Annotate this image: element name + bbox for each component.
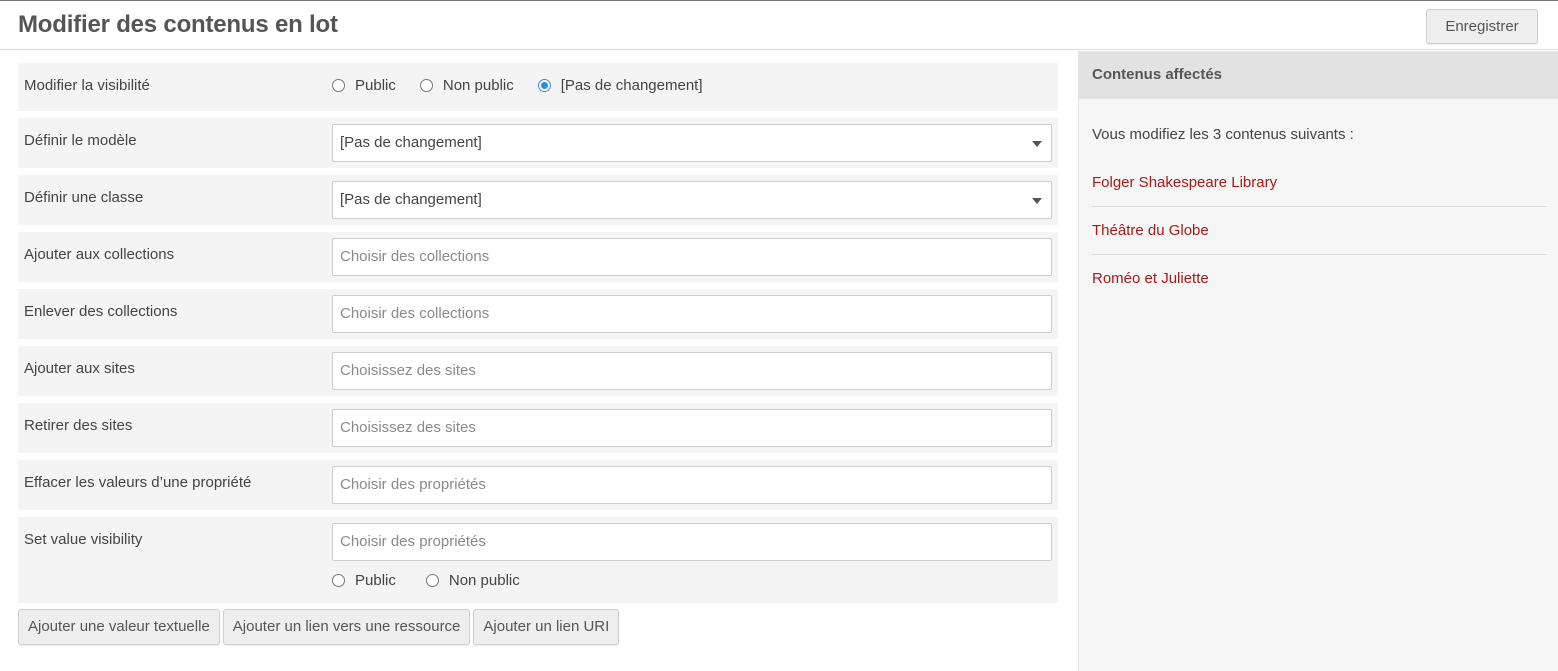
- value-visibility-label: Set value visibility: [24, 531, 143, 548]
- save-button[interactable]: Enregistrer: [1426, 9, 1538, 44]
- value-visibility-input[interactable]: Choisir des propriétés: [332, 523, 1052, 561]
- visibility-option-non-public[interactable]: Non public: [419, 77, 514, 94]
- radio-value-public[interactable]: [332, 574, 345, 587]
- remove-collections-placeholder: Choisir des collections: [340, 305, 490, 322]
- template-select[interactable]: [Pas de changement]: [332, 124, 1052, 162]
- class-label: Définir une classe: [24, 189, 144, 206]
- add-uri-link-button[interactable]: Ajouter un lien URI: [473, 609, 620, 645]
- visibility-option-no-change[interactable]: [Pas de changement]: [537, 77, 703, 94]
- template-row: Définir le modèle [Pas de changement]: [18, 118, 1058, 168]
- radio-value-non-public[interactable]: [425, 574, 439, 587]
- value-visibility-option-non-public[interactable]: Non public: [425, 572, 520, 589]
- add-sites-label: Ajouter aux sites: [24, 360, 135, 377]
- page-title: Modifier des contenus en lot: [18, 11, 338, 38]
- visibility-row: Modifier la visibilité Public Non public…: [18, 63, 1058, 111]
- add-value-buttons: Ajouter une valeur textuelle Ajouter un …: [18, 609, 622, 645]
- add-resource-link-button[interactable]: Ajouter un lien vers une ressource: [222, 609, 471, 645]
- add-text-value-button[interactable]: Ajouter une valeur textuelle: [18, 609, 220, 645]
- chevron-down-icon: [1032, 198, 1042, 204]
- value-visibility-placeholder: Choisir des propriétés: [340, 533, 486, 550]
- affected-item-link[interactable]: Folger Shakespeare Library: [1092, 159, 1547, 207]
- remove-sites-label: Retirer des sites: [24, 417, 133, 434]
- remove-sites-row: Retirer des sites Choisissez des sites: [18, 403, 1058, 453]
- radio-non-public[interactable]: [419, 79, 433, 92]
- clear-values-input[interactable]: Choisir des propriétés: [332, 466, 1052, 504]
- radio-label-value-public: Public: [355, 572, 396, 589]
- remove-collections-label: Enlever des collections: [24, 303, 178, 320]
- remove-collections-row: Enlever des collections Choisir des coll…: [18, 289, 1058, 339]
- add-collections-label: Ajouter aux collections: [24, 246, 175, 263]
- add-sites-row: Ajouter aux sites Choisissez des sites: [18, 346, 1058, 396]
- affected-item-link[interactable]: Roméo et Juliette: [1092, 255, 1547, 303]
- clear-values-label: Effacer les valeurs d’une propriété: [24, 474, 252, 491]
- radio-label-no-change: [Pas de changement]: [560, 77, 703, 94]
- chevron-down-icon: [1032, 141, 1042, 147]
- add-sites-placeholder: Choisissez des sites: [340, 362, 476, 379]
- template-select-value: [Pas de changement]: [340, 134, 482, 151]
- clear-values-row: Effacer les valeurs d’une propriété Choi…: [18, 460, 1058, 510]
- affected-items-sidebar: Contenus affectés Vous modifiez les 3 co…: [1078, 51, 1558, 671]
- remove-collections-input[interactable]: Choisir des collections: [332, 295, 1052, 333]
- page-header: Modifier des contenus en lot Enregistrer: [0, 1, 1558, 50]
- add-sites-input[interactable]: Choisissez des sites: [332, 352, 1052, 390]
- template-label: Définir le modèle: [24, 132, 137, 149]
- add-collections-row: Ajouter aux collections Choisir des coll…: [18, 232, 1058, 282]
- sidebar-intro: Vous modifiez les 3 contenus suivants :: [1092, 126, 1354, 143]
- radio-label-non-public: Non public: [442, 77, 514, 94]
- radio-label-value-non-public: Non public: [448, 572, 520, 589]
- value-visibility-radio-group: Public Non public: [332, 572, 550, 589]
- visibility-label: Modifier la visibilité: [24, 77, 150, 94]
- clear-values-placeholder: Choisir des propriétés: [340, 476, 486, 493]
- batch-edit-form: Modifier la visibilité Public Non public…: [18, 63, 1058, 610]
- value-visibility-option-public[interactable]: Public: [332, 572, 396, 589]
- add-collections-placeholder: Choisir des collections: [340, 248, 490, 265]
- class-select[interactable]: [Pas de changement]: [332, 181, 1052, 219]
- class-row: Définir une classe [Pas de changement]: [18, 175, 1058, 225]
- remove-sites-placeholder: Choisissez des sites: [340, 419, 476, 436]
- add-collections-input[interactable]: Choisir des collections: [332, 238, 1052, 276]
- affected-items-list: Folger Shakespeare Library Théâtre du Gl…: [1092, 159, 1547, 303]
- radio-label-public: Public: [355, 77, 396, 94]
- value-visibility-row: Set value visibility Choisir des proprié…: [18, 517, 1058, 603]
- radio-no-change[interactable]: [537, 79, 551, 92]
- remove-sites-input[interactable]: Choisissez des sites: [332, 409, 1052, 447]
- radio-public[interactable]: [332, 79, 345, 92]
- class-select-value: [Pas de changement]: [340, 191, 482, 208]
- visibility-option-public[interactable]: Public: [332, 77, 396, 94]
- sidebar-title: Contenus affectés: [1079, 51, 1558, 99]
- affected-item-link[interactable]: Théâtre du Globe: [1092, 207, 1547, 255]
- visibility-radio-group: Public Non public [Pas de changement]: [332, 77, 727, 94]
